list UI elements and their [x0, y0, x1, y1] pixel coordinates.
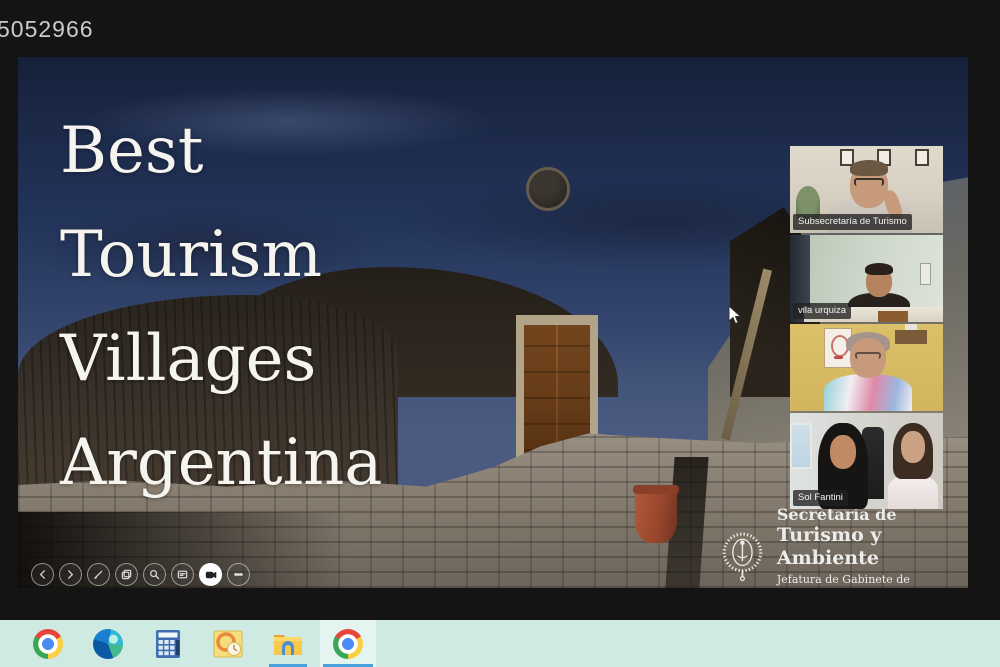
meeting-id: 5052966	[0, 16, 94, 43]
participant-video-4[interactable]: Sol Fantini	[790, 413, 943, 509]
title-line-4: Argentina	[60, 411, 382, 515]
person-left-face	[830, 435, 856, 469]
camera-icon[interactable]	[199, 563, 222, 586]
slide-overview-icon[interactable]	[115, 563, 138, 586]
wall-shelf	[895, 330, 927, 344]
edge-icon	[93, 629, 123, 659]
more-options-icon[interactable]	[227, 563, 250, 586]
participant-video-2[interactable]: vila urquiza	[790, 235, 943, 322]
outlook-icon	[213, 629, 243, 659]
person-body	[824, 374, 912, 411]
participant-name-label: Sol Fantini	[793, 490, 848, 506]
person-hair	[850, 160, 888, 176]
desk-item	[878, 311, 908, 322]
taskbar-outlook[interactable]	[200, 620, 256, 667]
taskbar-calculator[interactable]	[140, 620, 196, 667]
notes-icon[interactable]	[171, 563, 194, 586]
person-glasses	[855, 352, 881, 359]
chrome-icon	[33, 629, 63, 659]
taskbar-chrome[interactable]	[20, 620, 76, 667]
title-line-1: Best	[60, 99, 382, 203]
participant-video-1[interactable]: Subsecretaría de Turismo	[790, 146, 943, 233]
file-explorer-icon	[273, 631, 303, 657]
participant-video-3[interactable]	[790, 324, 943, 411]
participant-name-label: Subsecretaría de Turismo	[793, 214, 912, 230]
calculator-icon	[154, 629, 182, 659]
wall-frame	[915, 149, 929, 166]
pen-icon[interactable]	[87, 563, 110, 586]
person-hair	[865, 263, 893, 275]
taskbar-chrome-active[interactable]	[320, 620, 376, 667]
presentation-toolbar	[31, 563, 250, 586]
title-line-2: Tourism	[60, 203, 382, 307]
title-line-3: Villages	[60, 307, 382, 411]
coat-of-arms-icon	[718, 524, 767, 586]
window	[790, 423, 812, 469]
participant-name-label: vila urquiza	[793, 303, 851, 319]
round-window	[526, 167, 570, 211]
taskbar-file-explorer[interactable]	[260, 620, 316, 667]
taskbar-edge[interactable]	[80, 620, 136, 667]
government-logo: Secretaría de Turismo y Ambiente Jefatur…	[718, 505, 963, 588]
person-right-shirt	[888, 475, 938, 509]
taskbar	[0, 620, 1000, 667]
zoom-icon[interactable]	[143, 563, 166, 586]
logo-line-3: Jefatura de Gabinete de Ministros	[777, 572, 963, 588]
person-glasses	[854, 178, 884, 186]
logo-line-2: Turismo y Ambiente	[777, 524, 963, 570]
slide-title: Best Tourism Villages Argentina	[60, 99, 382, 515]
person-right-face	[901, 431, 925, 463]
terracotta-pot	[635, 485, 677, 543]
participant-video-panel: Subsecretaría de Turismo vila urquiza So…	[790, 146, 943, 509]
next-slide-icon[interactable]	[59, 563, 82, 586]
chrome-icon	[333, 629, 363, 659]
wall-intercom	[920, 263, 931, 285]
mouse-cursor	[728, 305, 743, 331]
previous-slide-icon[interactable]	[31, 563, 54, 586]
